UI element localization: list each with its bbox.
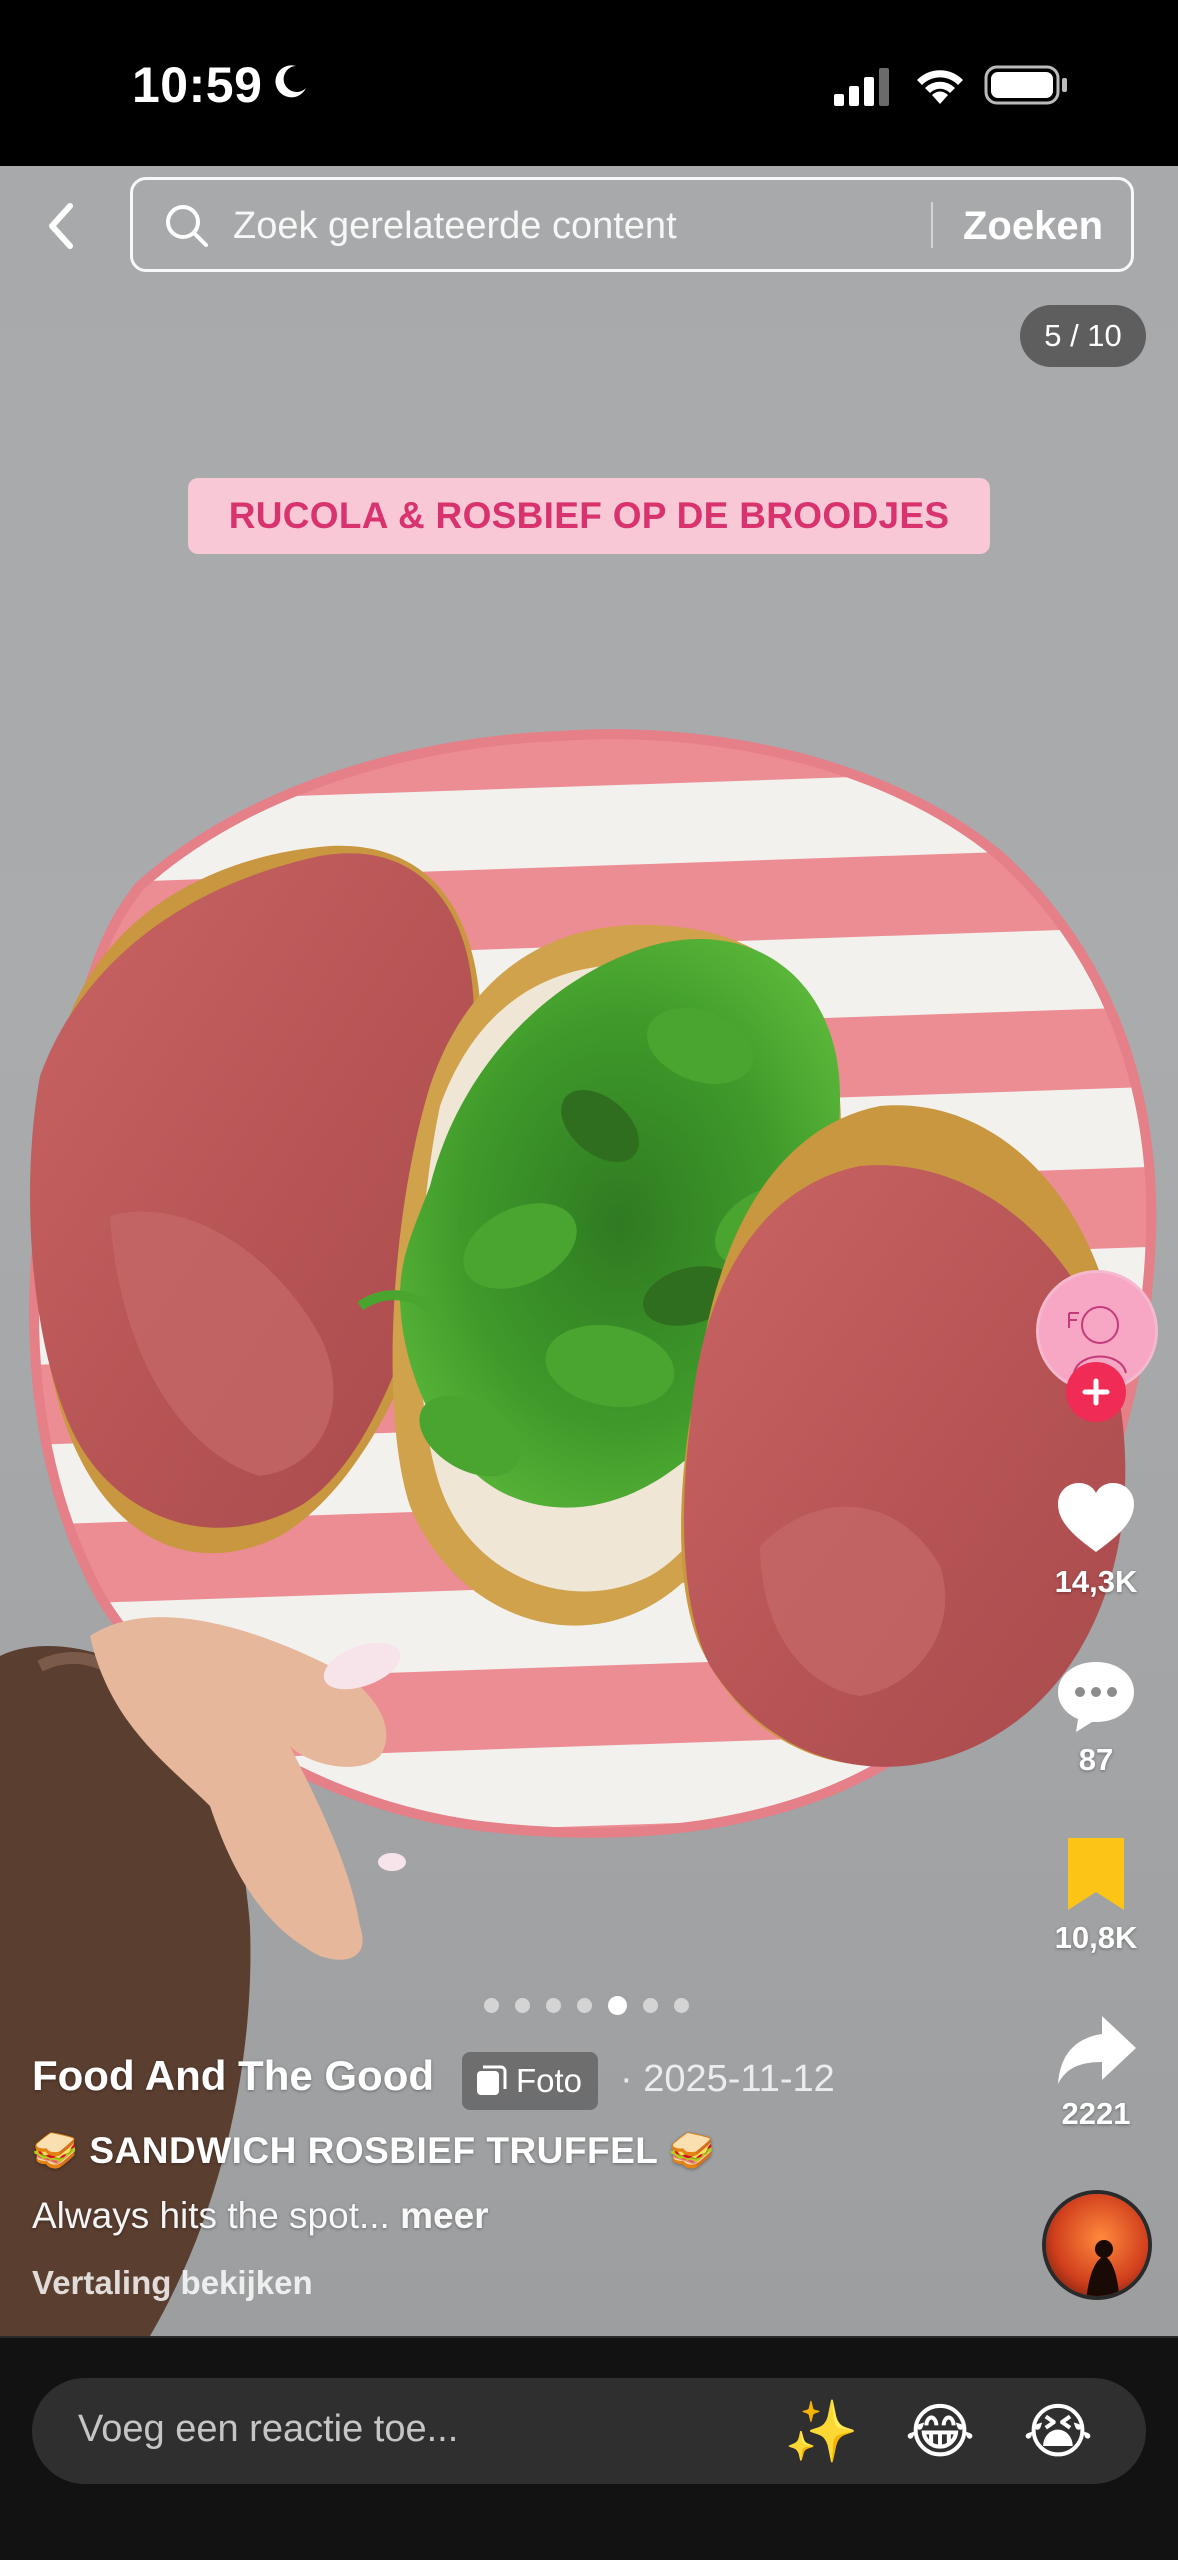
wifi-icon <box>917 70 963 104</box>
bookmark-button[interactable]: 10,8K <box>1026 1834 1166 1956</box>
photo-type-badge: Foto <box>462 2052 599 2110</box>
carousel-dots <box>484 1995 689 2015</box>
laughing-emoji-button[interactable]: 😂 <box>904 2396 976 2468</box>
like-button[interactable]: 14,3K <box>1026 1478 1166 1600</box>
carousel-dot <box>484 1997 499 2013</box>
plus-icon <box>1082 1378 1110 1406</box>
caption-body: Always hits the spot... <box>32 2195 390 2236</box>
carousel-dot <box>643 1997 658 2013</box>
status-time: 10:59 <box>132 57 263 113</box>
search-submit-button[interactable]: Zoeken <box>963 204 1103 249</box>
crying-emoji-button[interactable]: 😭 <box>1022 2396 1094 2468</box>
share-arrow-icon <box>1058 2016 1136 2084</box>
sparkles-emoji-button[interactable]: ✨ <box>784 2396 859 2468</box>
search-icon <box>166 205 208 247</box>
post-date: · 2025-11-12 <box>620 2058 835 2100</box>
moon-icon <box>275 65 306 98</box>
bookmark-count: 10,8K <box>1054 1920 1138 1955</box>
heart-icon <box>1058 1483 1134 1552</box>
like-count: 14,3K <box>1054 1564 1138 1599</box>
carousel-dot <box>674 1997 689 2013</box>
battery-icon <box>984 65 1067 105</box>
carousel-dot <box>546 1997 561 2013</box>
search-input[interactable]: Zoek gerelateerde content <box>233 205 677 248</box>
overlay-title: RUCOLA & ROSBIEF OP DE BROODJES <box>188 478 990 554</box>
music-disc[interactable] <box>1042 2190 1152 2300</box>
comment-button[interactable]: 87 <box>1026 1656 1166 1778</box>
share-button[interactable]: 2221 <box>1026 2010 1166 2132</box>
comment-placeholder: Voeg een reactie toe... <box>78 2408 459 2450</box>
comment-icon <box>1058 1662 1134 1732</box>
caption-text[interactable]: Always hits the spot... meer <box>32 2195 489 2237</box>
comment-count: 87 <box>1078 1742 1114 1777</box>
photo-type-label: Foto <box>516 2062 583 2099</box>
carousel-dot <box>515 1997 530 2013</box>
share-count: 2221 <box>1061 2096 1131 2131</box>
search-divider <box>931 202 933 248</box>
follow-button[interactable] <box>1066 1362 1126 1422</box>
caption-more-link[interactable]: meer <box>400 2195 488 2236</box>
translate-link[interactable]: Vertaling bekijken <box>32 2264 313 2302</box>
carousel-dot-active <box>608 1995 627 2015</box>
chevron-left-icon <box>49 203 73 249</box>
bookmark-icon <box>1068 1838 1124 1910</box>
cellular-signal-icon <box>834 68 889 106</box>
carousel-dot <box>577 1997 592 2013</box>
photo-stack-icon <box>477 2065 507 2095</box>
back-button[interactable] <box>30 186 90 266</box>
status-bar: 10:59 <box>0 0 1178 166</box>
author-name[interactable]: Food And The Good <box>32 2052 434 2100</box>
search-bar[interactable]: Zoek gerelateerde content Zoeken <box>130 177 1134 272</box>
photo-page-counter: 5 / 10 <box>1020 305 1146 367</box>
caption-title: 🥪 SANDWICH ROSBIEF TRUFFEL 🥪 <box>32 2130 716 2171</box>
comment-input[interactable]: Voeg een reactie toe... ✨ 😂 😭 <box>32 2378 1146 2484</box>
